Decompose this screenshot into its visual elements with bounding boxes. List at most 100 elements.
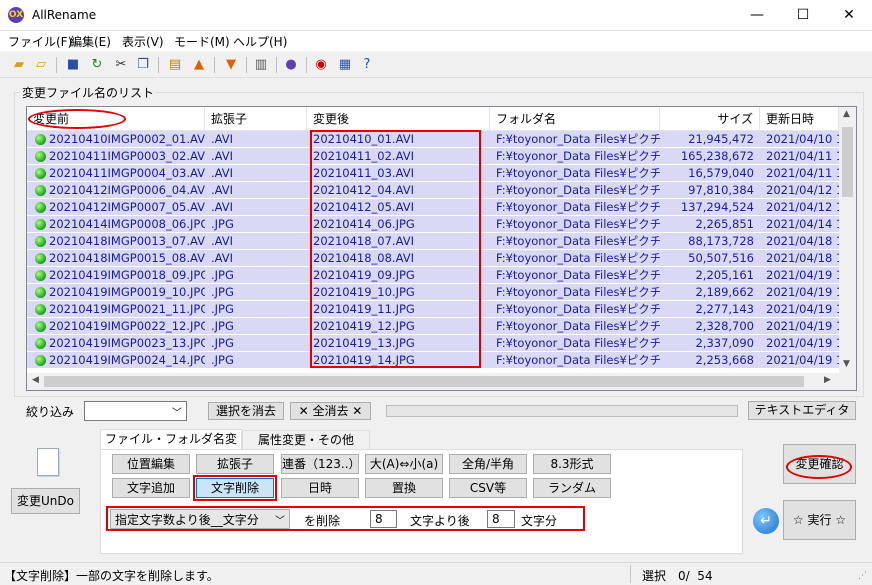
cell-size: 2,328,700 bbox=[695, 319, 754, 333]
chevron-down-icon: ﹀ bbox=[172, 408, 182, 419]
cell-modified: 2021/04/11 16 bbox=[766, 149, 839, 163]
refresh-icon[interactable]: ↻ bbox=[88, 56, 106, 74]
menu-mode[interactable]: モード(M) bbox=[174, 33, 230, 50]
cell-folder: F:¥toyonor_Data Files¥ピクチャ... bbox=[496, 268, 660, 282]
filter-combobox[interactable]: ﹀ bbox=[84, 401, 187, 421]
annotation-oval-before-header bbox=[28, 109, 126, 129]
cell-size: 2,189,662 bbox=[695, 285, 754, 299]
random-button[interactable]: ランダム bbox=[533, 478, 611, 498]
width-convert-button[interactable]: 全角/半角 bbox=[449, 454, 527, 474]
execute-button[interactable]: ☆ 実行 ☆ bbox=[783, 500, 856, 540]
move-up-icon[interactable]: ▲ bbox=[190, 56, 208, 74]
scroll-down-icon[interactable]: ▼ bbox=[843, 359, 850, 369]
open-file-icon[interactable]: ▱ bbox=[32, 56, 50, 74]
toolbar-separator bbox=[158, 57, 159, 73]
cell-extension: .JPG bbox=[211, 302, 234, 316]
scroll-up-icon[interactable]: ▲ bbox=[843, 109, 850, 119]
paste-icon[interactable]: ▤ bbox=[166, 56, 184, 74]
cell-modified: 2021/04/14 10 bbox=[766, 217, 839, 231]
menu-view[interactable]: 表示(V) bbox=[122, 33, 164, 50]
menu-help[interactable]: ヘルプ(H) bbox=[233, 33, 287, 50]
cell-size: 165,238,672 bbox=[680, 149, 754, 163]
cell-extension: .AVI bbox=[211, 200, 234, 214]
clear-selection-button[interactable]: 選択を消去 bbox=[208, 402, 284, 420]
status-ball-icon bbox=[35, 236, 46, 247]
maximize-button[interactable]: ☐ bbox=[780, 0, 826, 31]
cell-folder: F:¥toyonor_Data Files¥ピクチャ... bbox=[496, 353, 660, 367]
datetime-button[interactable]: 日時 bbox=[281, 478, 359, 498]
save-icon[interactable]: ■ bbox=[64, 56, 82, 74]
vertical-scroll-thumb[interactable] bbox=[842, 127, 853, 197]
format-83-button[interactable]: 8.3形式 bbox=[533, 454, 611, 474]
move-down-icon[interactable]: ▼ bbox=[222, 56, 240, 74]
cell-before: 20210411IMGP0003_02.AVI bbox=[49, 149, 205, 163]
rec-icon[interactable]: ◉ bbox=[312, 56, 330, 74]
cell-extension: .AVI bbox=[211, 132, 234, 146]
column-header-size[interactable]: サイズ bbox=[660, 107, 760, 131]
cell-modified: 2021/04/19 16 bbox=[766, 285, 839, 299]
csv-button[interactable]: CSV等 bbox=[449, 478, 527, 498]
scroll-left-icon[interactable]: ◀ bbox=[32, 375, 39, 385]
extension-button[interactable]: 拡張子 bbox=[196, 454, 274, 474]
menu-file[interactable]: ファイル(F) bbox=[8, 33, 72, 50]
cell-folder: F:¥toyonor_Data Files¥ピクチャ... bbox=[496, 285, 660, 299]
cell-size: 21,945,472 bbox=[688, 132, 754, 146]
tab-attribute-other[interactable]: 属性変更・その他 bbox=[242, 430, 370, 450]
cell-folder: F:¥toyonor_Data Files¥ピクチャ... bbox=[496, 200, 660, 214]
cell-modified: 2021/04/12 16 bbox=[766, 200, 839, 214]
serial-number-button[interactable]: 連番（123..） bbox=[281, 454, 359, 474]
cell-size: 2,265,851 bbox=[695, 217, 754, 231]
column-header-folder[interactable]: フォルダ名 bbox=[490, 107, 660, 131]
status-ball-icon bbox=[35, 321, 46, 332]
add-text-button[interactable]: 文字追加 bbox=[112, 478, 190, 498]
cell-before: 20210419IMGP0022_12.JPG bbox=[49, 319, 205, 333]
resize-grip-icon[interactable]: ⋰ bbox=[858, 571, 867, 581]
cell-modified: 2021/04/18 17 bbox=[766, 251, 839, 265]
case-convert-button[interactable]: 大(A)⇔小(a) bbox=[365, 454, 443, 474]
status-ball-icon bbox=[35, 202, 46, 213]
help-icon[interactable]: ? bbox=[358, 56, 376, 74]
cell-folder: F:¥toyonor_Data Files¥ピクチャ... bbox=[496, 166, 660, 180]
title-bar: OX AllRename — ☐ ✕ bbox=[0, 0, 872, 31]
cell-size: 2,205,161 bbox=[695, 268, 754, 282]
app-logo-icon[interactable]: ● bbox=[282, 56, 300, 74]
open-folder-icon[interactable]: ▰ bbox=[10, 56, 28, 74]
cell-folder: F:¥toyonor_Data Files¥ピクチャ... bbox=[496, 149, 660, 163]
clear-all-button[interactable]: ✕ 全消去 ✕ bbox=[290, 402, 371, 420]
status-ball-icon bbox=[35, 338, 46, 349]
close-button[interactable]: ✕ bbox=[826, 0, 872, 31]
file-list-group-label: 変更ファイル名のリスト bbox=[20, 84, 157, 101]
cell-before: 20210418IMGP0013_07.AVI bbox=[49, 234, 205, 248]
status-ball-icon bbox=[35, 270, 46, 281]
text-editor-button[interactable]: テキストエディタ bbox=[748, 401, 856, 420]
column-header-modified[interactable]: 更新日時 bbox=[760, 107, 839, 131]
cell-before: 20210419IMGP0018_09.JPG bbox=[49, 268, 205, 282]
cut-icon[interactable]: ✂ bbox=[112, 56, 130, 74]
replace-button[interactable]: 置換 bbox=[365, 478, 443, 498]
document-icon[interactable]: ▥ bbox=[252, 56, 270, 74]
cell-extension: .AVI bbox=[211, 149, 234, 163]
column-header-after[interactable]: 変更後 bbox=[307, 107, 490, 131]
column-header-extension[interactable]: 拡張子 bbox=[205, 107, 307, 131]
annotation-rect-delete-text bbox=[193, 475, 277, 501]
status-ball-icon bbox=[35, 219, 46, 230]
cell-before: 20210414IMGP0008_06.JPG bbox=[49, 217, 205, 231]
macro-icon[interactable]: ▦ bbox=[336, 56, 354, 74]
minimize-button[interactable]: — bbox=[734, 0, 780, 31]
toolbar-separator bbox=[306, 57, 307, 73]
menu-edit[interactable]: 編集(E) bbox=[70, 33, 111, 50]
horizontal-scroll-thumb[interactable] bbox=[44, 376, 804, 387]
tab-file-folder-rename[interactable]: ファイル・フォルダ名変更 bbox=[100, 429, 242, 464]
position-edit-button[interactable]: 位置編集 bbox=[112, 454, 190, 474]
copy-icon[interactable]: ❐ bbox=[134, 56, 152, 74]
undo-button[interactable]: 変更UnDo bbox=[11, 488, 80, 514]
cell-extension: .AVI bbox=[211, 251, 234, 265]
progress-bar bbox=[386, 405, 738, 417]
status-separator bbox=[630, 565, 631, 583]
cell-modified: 2021/04/19 16 bbox=[766, 353, 839, 367]
cell-extension: .JPG bbox=[211, 268, 234, 282]
cell-extension: .JPG bbox=[211, 319, 234, 333]
cell-folder: F:¥toyonor_Data Files¥ピクチャ... bbox=[496, 251, 660, 265]
scroll-right-icon[interactable]: ▶ bbox=[824, 375, 831, 385]
cell-extension: .JPG bbox=[211, 285, 234, 299]
